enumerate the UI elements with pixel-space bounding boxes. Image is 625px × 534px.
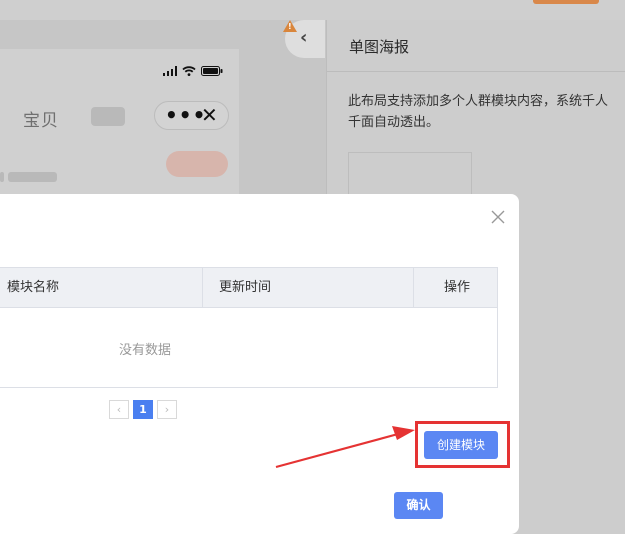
pagination-next-button[interactable]: › [157, 400, 177, 419]
wifi-icon [182, 66, 196, 76]
empty-state-text: 没有数据 [119, 343, 172, 358]
close-icon[interactable] [489, 208, 507, 226]
annotation-highlight-box [415, 421, 510, 468]
panel-title: 单图海报 [349, 38, 410, 56]
panel-description: 此布局支持添加多个人群模块内容，系统千人千面自动透出。 [348, 94, 609, 130]
top-toolbar [0, 0, 625, 20]
phone-page-title: 宝贝 [23, 111, 59, 131]
close-icon: ✕ [201, 103, 218, 127]
module-select-dialog: 模块名称 更新时间 操作 没有数据 ‹ 1 › 创建模块 确认 [0, 194, 519, 534]
confirm-button[interactable]: 确认 [394, 492, 443, 519]
miniapp-capsule: ••• ✕ [154, 101, 229, 130]
placeholder-bar [0, 172, 4, 182]
pagination-prev-button[interactable]: ‹ [109, 400, 129, 419]
battery-icon [201, 66, 223, 76]
chevron-left-icon[interactable]: ‹ [300, 27, 307, 48]
preview-action-button [166, 151, 228, 177]
annotation-arrow [275, 426, 415, 469]
column-divider [202, 268, 203, 307]
placeholder-bar [8, 172, 57, 182]
placeholder-pill [91, 107, 125, 126]
top-action-button-edge[interactable] [533, 0, 599, 4]
panel-divider [327, 71, 625, 72]
column-divider [413, 268, 414, 307]
column-header-actions: 操作 [444, 280, 471, 295]
module-table: 模块名称 更新时间 操作 没有数据 [0, 267, 498, 388]
column-header-updated-time: 更新时间 [219, 280, 272, 295]
table-header: 模块名称 更新时间 操作 [0, 268, 497, 308]
pagination-page-current[interactable]: 1 [133, 400, 153, 419]
phone-preview: 宝贝 ••• ✕ [0, 49, 239, 194]
column-header-module-name: 模块名称 [7, 280, 60, 295]
pagination: ‹ 1 › [109, 400, 177, 419]
warning-mark: ! [288, 22, 292, 31]
signal-icon [162, 66, 177, 76]
phone-status-bar [162, 66, 224, 76]
